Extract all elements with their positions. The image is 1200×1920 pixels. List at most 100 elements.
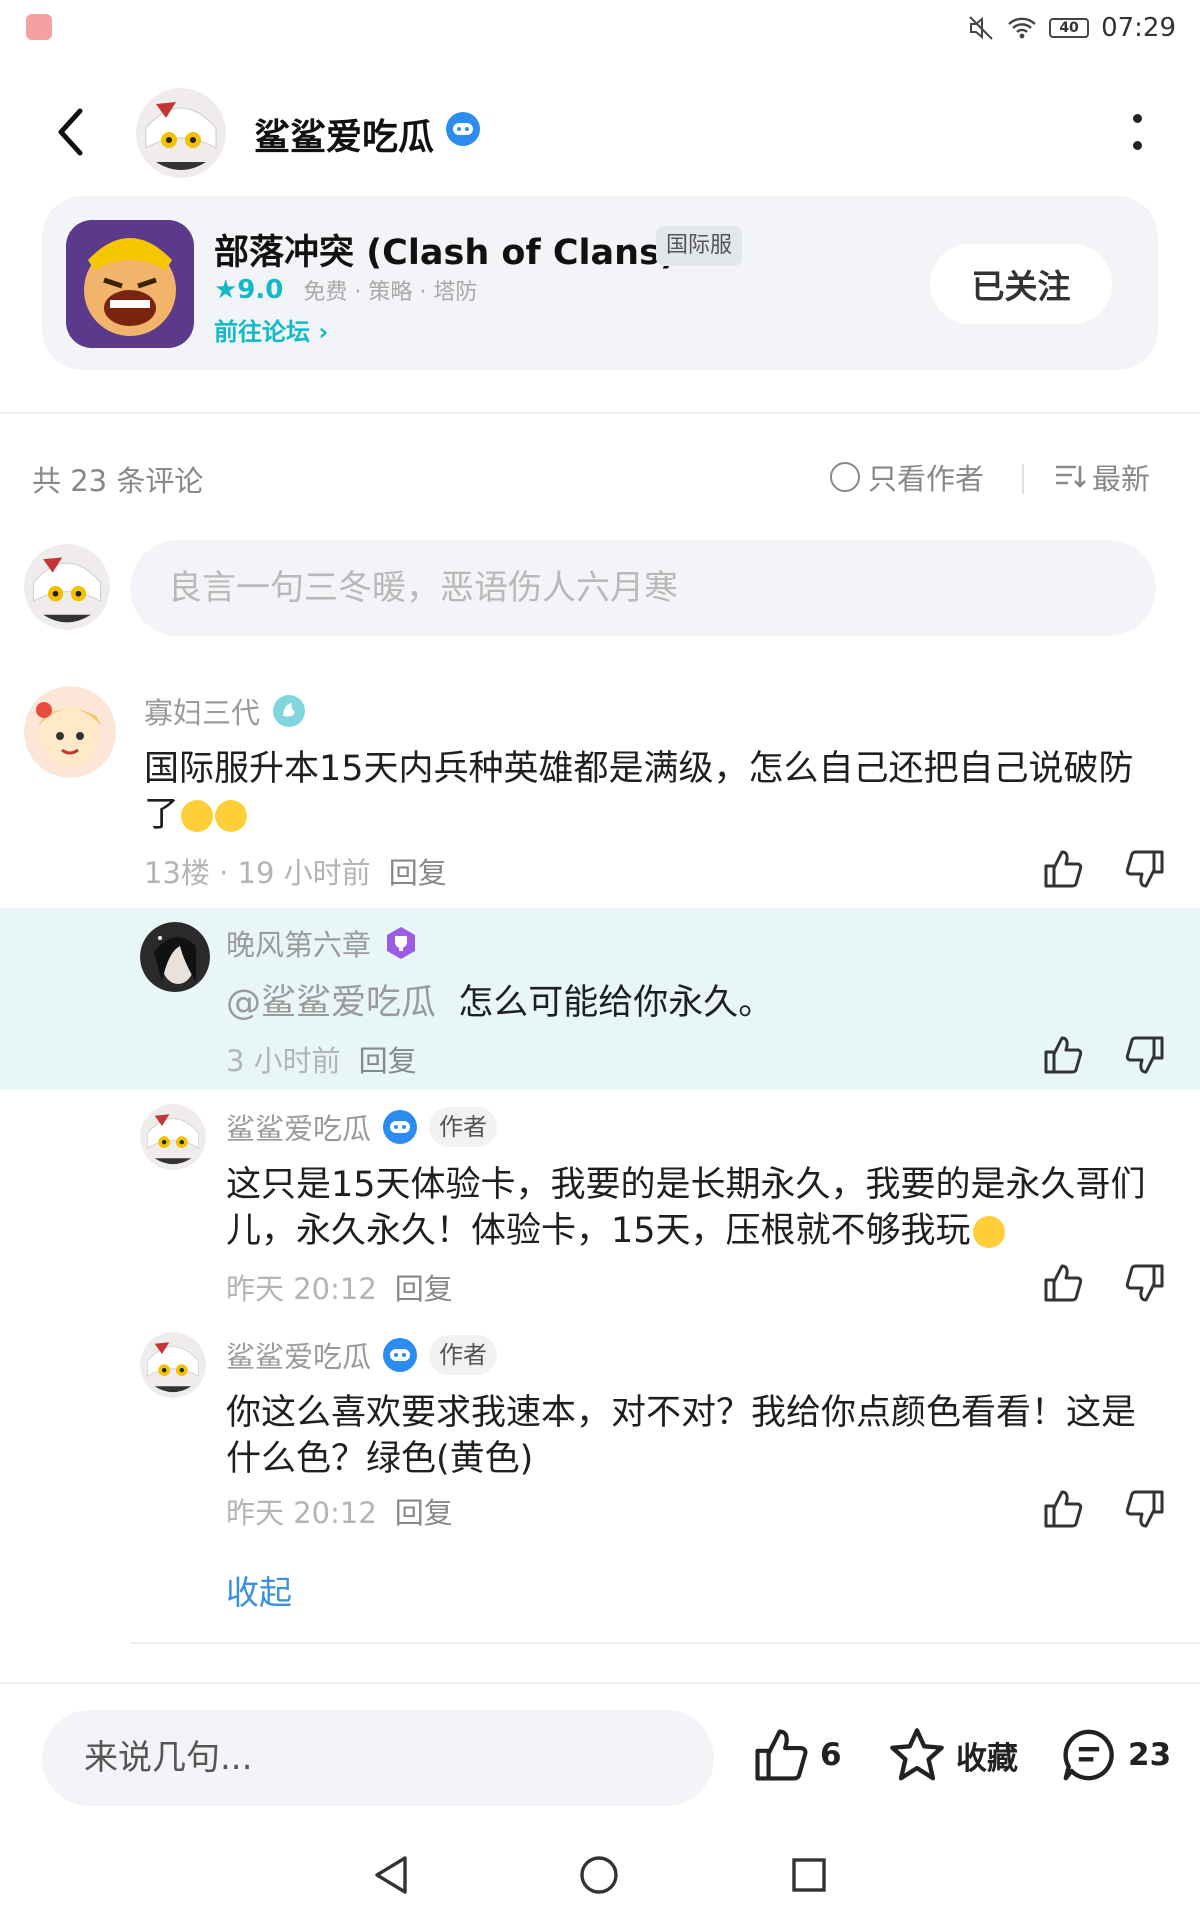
verified-gamepad-icon: [383, 1110, 418, 1144]
reply-button[interactable]: 回复: [359, 1038, 417, 1080]
vote-actions: [1042, 848, 1166, 890]
section-divider: [0, 412, 1200, 414]
nav-home-button[interactable]: [576, 1852, 622, 1898]
thumbs-up-icon: [755, 1729, 808, 1781]
follow-button[interactable]: 已关注: [930, 244, 1112, 324]
circle-home-icon: [580, 1856, 618, 1894]
comment-input[interactable]: [130, 540, 1156, 636]
author-name[interactable]: 鲨鲨爱吃瓜: [254, 108, 434, 160]
toolbar-separator: [1022, 464, 1024, 494]
bottom-action-bar: 6 收藏 23: [0, 1682, 1200, 1830]
forum-link[interactable]: 前往论坛 ›: [214, 312, 328, 347]
reply-text: 这只是15天体验卡，我要的是长期永久，我要的是永久哥们儿，永久永久！体验卡，15…: [226, 1165, 1146, 1251]
star-icon: [890, 1728, 944, 1781]
collapse-replies-link[interactable]: 收起: [226, 1566, 292, 1614]
like-button[interactable]: 6: [752, 1726, 842, 1784]
commenter-name[interactable]: 寡妇三代: [144, 690, 260, 732]
post-header: 鲨鲨爱吃瓜: [0, 70, 1200, 196]
grin-emoji-icon: [215, 800, 248, 832]
reply-time: 昨天 20:12: [226, 1272, 377, 1306]
replier-name-row: 晚风第六章: [226, 922, 419, 964]
triangle-back-icon: [375, 1856, 407, 1894]
game-tags: 免费 · 策略 · 塔防: [303, 280, 478, 305]
mute-icon: [969, 16, 993, 40]
favorite-button[interactable]: 收藏: [888, 1726, 1018, 1784]
replier-avatar[interactable]: [140, 1104, 206, 1170]
replier-name[interactable]: 晚风第六章: [226, 922, 371, 964]
nav-back-button[interactable]: [368, 1852, 414, 1898]
reply-button[interactable]: 回复: [395, 1490, 453, 1532]
replier-name-row: 鲨鲨爱吃瓜 作者: [226, 1334, 498, 1376]
game-icon[interactable]: [66, 220, 194, 348]
reply-time: 3 小时前: [226, 1044, 341, 1078]
comment-item: 寡妇三代 国际服升本15天内兵种英雄都是满级，怎么自己还把自己说破防了 13楼 …: [0, 680, 1200, 908]
battery-icon: 40: [1049, 18, 1090, 38]
commenter-name-row: 寡妇三代: [144, 690, 306, 732]
replier-name[interactable]: 鲨鲨爱吃瓜: [226, 1334, 371, 1376]
reply-button[interactable]: 回复: [395, 1266, 453, 1308]
reply-item: 晚风第六章 @鲨鲨爱吃瓜 怎么可能给你永久。 3 小时前 回复: [0, 908, 1200, 1090]
author-badge: 作者: [429, 1335, 498, 1375]
reply-meta: 3 小时前 回复: [226, 1038, 417, 1080]
comment-count: 共 23 条评论: [32, 464, 204, 498]
my-avatar: [24, 544, 110, 630]
thumbs-up-icon[interactable]: [1042, 1034, 1084, 1076]
favorite-label: 收藏: [956, 1740, 1018, 1777]
chevron-left-icon: [58, 108, 83, 156]
thumbs-up-icon[interactable]: [1042, 1488, 1084, 1530]
grin-emoji-icon: [181, 800, 214, 832]
reply-item: 鲨鲨爱吃瓜 作者 你这么喜欢要求我速本，对不对？我给你点颜色看看！这是什么色？绿…: [0, 1324, 1200, 1552]
wifi-icon: [1008, 17, 1036, 39]
thumbs-down-icon[interactable]: [1124, 1488, 1166, 1530]
back-button[interactable]: [44, 102, 96, 162]
sort-label: 最新: [1092, 462, 1151, 496]
replier-avatar[interactable]: [140, 1332, 206, 1398]
rating-row: ★9.0 免费 · 策略 · 塔防: [214, 274, 477, 306]
thumbs-down-icon[interactable]: [1124, 1262, 1166, 1304]
mention-link[interactable]: @鲨鲨爱吃瓜: [226, 983, 436, 1023]
reply-text: 你这么喜欢要求我速本，对不对？我给你点颜色看看！这是什么色？绿色(黄色): [226, 1393, 1137, 1479]
sort-icon: [1056, 465, 1086, 488]
only-author-toggle[interactable]: 只看作者: [830, 456, 984, 498]
status-indicators: 40 07:29: [967, 8, 1176, 48]
level-badge-icon: [273, 695, 306, 727]
author-badge: 作者: [429, 1107, 498, 1147]
nav-recents-button[interactable]: [786, 1852, 832, 1898]
commenter-avatar[interactable]: [24, 686, 116, 778]
square-recents-icon: [792, 1858, 826, 1892]
game-card[interactable]: 部落冲突 (Clash of Clans) 国际服 ★9.0 免费 · 策略 ·…: [42, 196, 1158, 370]
more-options-button[interactable]: [1122, 110, 1152, 154]
clock: 07:29: [1101, 13, 1176, 43]
game-title[interactable]: 部落冲突 (Clash of Clans): [214, 224, 676, 275]
thumbs-down-icon[interactable]: [1124, 848, 1166, 890]
trophy-badge-icon: [387, 927, 416, 959]
reply-text: @鲨鲨爱吃瓜 怎么可能给你永久。: [226, 983, 774, 1023]
status-bar: 40 07:29: [0, 0, 1200, 56]
laughing-emoji-icon: [972, 1216, 1005, 1248]
reply-meta: 昨天 20:12 回复: [226, 1266, 453, 1308]
comment-bubble-icon: [1063, 1729, 1114, 1781]
replier-name[interactable]: 鲨鲨爱吃瓜: [226, 1106, 371, 1148]
thumbs-up-icon[interactable]: [1042, 848, 1084, 890]
vote-actions: [1042, 1262, 1166, 1304]
replier-avatar[interactable]: [140, 922, 210, 992]
author-avatar[interactable]: [136, 88, 226, 178]
notification-app-icon: [26, 14, 52, 40]
thumbs-up-icon[interactable]: [1042, 1262, 1084, 1304]
verified-gamepad-icon: [383, 1338, 418, 1372]
comments-button[interactable]: 23: [1060, 1726, 1171, 1784]
comment-count-bottom: 23: [1128, 1737, 1172, 1773]
replier-name-row: 鲨鲨爱吃瓜 作者: [226, 1106, 498, 1148]
comment-meta: 13楼 · 19 小时前 回复: [144, 850, 447, 892]
sort-button[interactable]: 最新: [1054, 456, 1150, 498]
quick-comment-input[interactable]: [42, 1710, 714, 1806]
comment-divider: [130, 1642, 1200, 1644]
verified-gamepad-icon: [446, 112, 480, 146]
reply-button[interactable]: 回复: [389, 850, 447, 892]
comment-text: 国际服升本15天内兵种英雄都是满级，怎么自己还把自己说破防了: [144, 749, 1134, 835]
floor-time: 13楼 · 19 小时前: [144, 856, 371, 890]
comments-toolbar: 共 23 条评论 只看作者 最新: [0, 446, 1200, 506]
reply-item: 鲨鲨爱吃瓜 作者 这只是15天体验卡，我要的是长期永久，我要的是永久哥们儿，永久…: [0, 1096, 1200, 1324]
thumbs-down-icon[interactable]: [1124, 1034, 1166, 1076]
region-badge: 国际服: [656, 226, 743, 266]
